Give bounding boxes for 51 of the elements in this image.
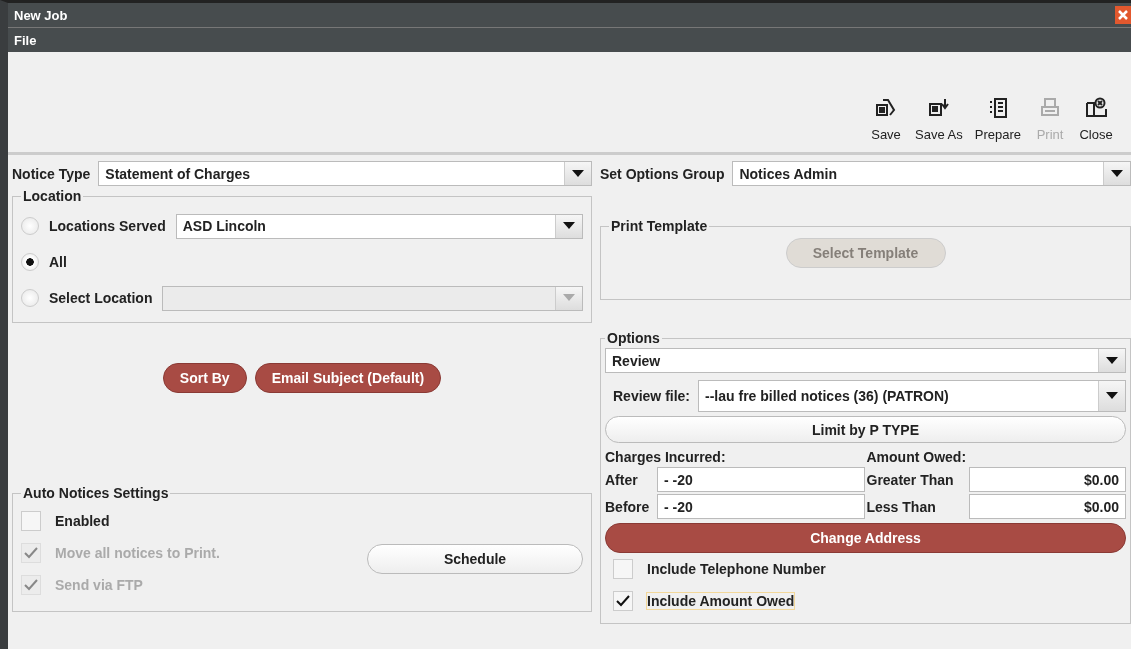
mode-dropdown[interactable]: Review (605, 348, 1126, 373)
limit-button[interactable]: Limit by P TYPE (605, 416, 1126, 443)
field-label: Greater Than (866, 471, 955, 488)
group-title: Options (606, 330, 661, 346)
field-label: Review file: (613, 388, 691, 404)
field-label: After (605, 471, 639, 488)
action-button[interactable]: Sort By (162, 363, 247, 393)
group-title: Print Template (610, 218, 709, 234)
checkbox-label: Enabled (55, 513, 110, 529)
change-address-button[interactable]: Change Address (605, 523, 1126, 553)
folder-close-icon (1085, 97, 1107, 119)
radio-label: Select Location (49, 290, 153, 306)
checkbox[interactable] (21, 511, 41, 531)
toolbar-button[interactable]: Save (865, 97, 908, 142)
location-dropdown[interactable]: ASD Lincoln (175, 213, 583, 239)
field-label: Set Options Group (600, 165, 725, 182)
checkbox-label: Include Telephone Number (647, 561, 826, 577)
notice-type-dropdown[interactable]: Statement of Charges (98, 161, 592, 186)
group-title: Auto Notices Settings (22, 485, 170, 501)
window-title: New Job (14, 7, 68, 23)
schedule-button[interactable]: Schedule (367, 544, 583, 574)
input-field[interactable]: $0.00 (968, 494, 1126, 519)
field-label: Less Than (866, 498, 937, 515)
radio-label: All (49, 254, 67, 270)
toolbar-button[interactable]: Prepare (970, 97, 1025, 142)
section-label: Charges Incurred: (605, 449, 727, 465)
radio-button[interactable] (21, 253, 39, 271)
field-label: Notice Type (12, 165, 91, 182)
field-label: Before (605, 498, 651, 515)
input-field[interactable]: - -20 (657, 494, 865, 519)
input-field[interactable]: $0.00 (968, 467, 1126, 492)
close-icon[interactable] (1115, 6, 1131, 24)
checkbox-label: Send via FTP (55, 577, 143, 593)
menu-item[interactable]: File (14, 32, 37, 48)
action-button[interactable]: Email Subject (Default) (254, 363, 442, 393)
checkbox[interactable] (613, 591, 633, 611)
radio-button[interactable] (21, 217, 39, 235)
group-title: Location (22, 188, 83, 204)
section-label: Amount Owed: (866, 449, 968, 465)
options-group-dropdown[interactable]: Notices Admin (732, 161, 1131, 186)
toolbar-button[interactable]: Close (1075, 97, 1117, 142)
radio-label: Locations Served (49, 218, 166, 234)
input-field[interactable]: - -20 (657, 467, 865, 492)
checkbox-label: Move all notices to Print. (55, 545, 220, 561)
disk-arrow-icon (927, 97, 950, 119)
checkbox[interactable] (613, 559, 633, 579)
printer-icon (1039, 97, 1061, 119)
checkbox-label: Include Amount Owed (647, 593, 795, 609)
disk-icon (875, 97, 898, 119)
review-file-dropdown[interactable]: --lau fre billed notices (36) (PATRON) (698, 380, 1126, 412)
toolbar-button[interactable]: Save As (911, 97, 967, 142)
